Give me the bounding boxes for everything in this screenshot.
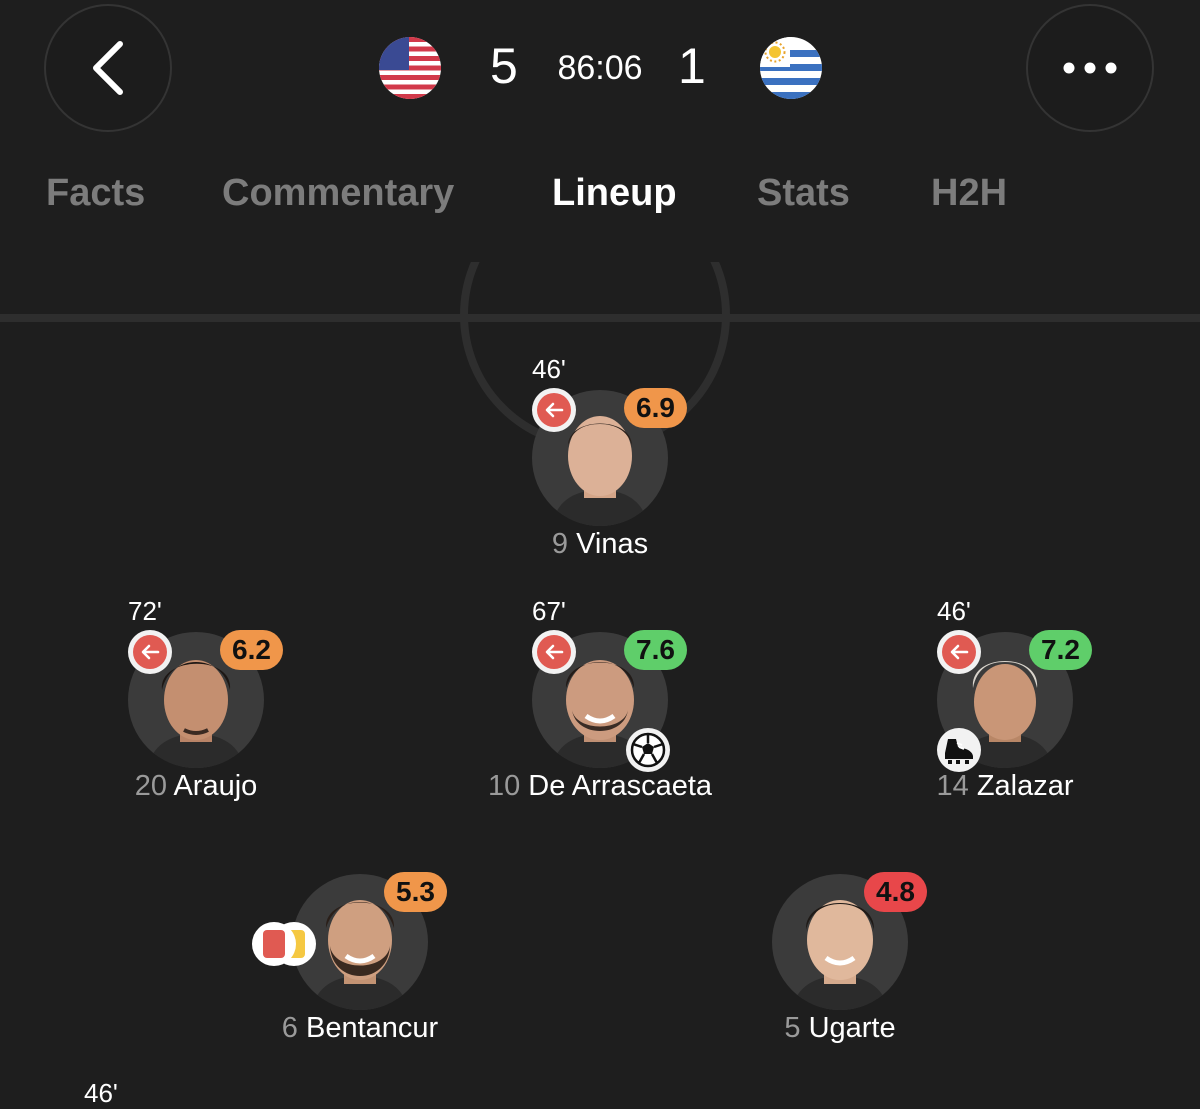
player-card-de-arrascaeta[interactable]: 67' 7.6 10 De Arrascaeta bbox=[420, 592, 780, 802]
player-rating-badge: 5.3 bbox=[384, 872, 447, 912]
subbed-off-icon bbox=[532, 630, 576, 674]
player-name: Vinas bbox=[576, 528, 649, 560]
player-number: 10 bbox=[487, 770, 521, 802]
player-name-label: 9 Vinas bbox=[420, 526, 780, 562]
red-card-icon bbox=[252, 922, 296, 966]
player-rating-badge: 7.2 bbox=[1029, 630, 1092, 670]
cards-indicator bbox=[252, 922, 322, 966]
player-name: Ugarte bbox=[808, 1012, 896, 1044]
tab-facts[interactable]: Facts bbox=[46, 168, 145, 218]
next-row-sub-time: 46' bbox=[84, 1078, 118, 1108]
subbed-off-icon bbox=[532, 388, 576, 432]
player-name-label: 6 Bentancur bbox=[180, 1010, 540, 1046]
more-dots-icon bbox=[1063, 62, 1117, 74]
player-name-label: 10 De Arrascaeta bbox=[420, 768, 780, 804]
usa-flag-icon bbox=[379, 37, 441, 99]
player-name: Zalazar bbox=[976, 770, 1074, 802]
player-number: 14 bbox=[936, 770, 969, 802]
player-name: Araujo bbox=[173, 770, 258, 802]
player-card-vinas[interactable]: 46' 6.9 9 Vinas bbox=[420, 350, 780, 560]
uruguay-flag-icon bbox=[760, 37, 822, 99]
match-clock: 86:06 bbox=[557, 49, 643, 87]
tab-commentary[interactable]: Commentary bbox=[222, 168, 454, 218]
player-name-label: 20 Araujo bbox=[16, 768, 376, 804]
scoreboard: 5 86:06 1 bbox=[370, 20, 830, 116]
player-number: 9 bbox=[551, 528, 569, 560]
player-card-ugarte[interactable]: 4.8 5 Ugarte bbox=[660, 834, 1020, 1044]
player-card-bentancur[interactable]: 5.3 6 Bentancur bbox=[180, 834, 540, 1044]
player-rating-badge: 7.6 bbox=[624, 630, 687, 670]
player-rating-badge: 4.8 bbox=[864, 872, 927, 912]
sub-time: 46' bbox=[937, 596, 971, 626]
tab-bar: Facts Commentary Lineup Stats H2H bbox=[0, 168, 1200, 228]
player-card-zalazar[interactable]: 46' 7.2 14 Zalazar bbox=[825, 592, 1185, 802]
away-score: 1 bbox=[678, 38, 706, 94]
sub-time: 46' bbox=[532, 354, 566, 384]
tab-lineup[interactable]: Lineup bbox=[552, 168, 677, 218]
player-number: 20 bbox=[134, 770, 167, 802]
player-number: 6 bbox=[281, 1012, 298, 1044]
back-button[interactable] bbox=[44, 4, 172, 132]
chevron-left-icon bbox=[93, 41, 123, 95]
home-score: 5 bbox=[490, 38, 518, 94]
player-name: De Arrascaeta bbox=[528, 770, 713, 802]
sub-time: 67' bbox=[532, 596, 566, 626]
player-rating-badge: 6.2 bbox=[220, 630, 283, 670]
tab-stats[interactable]: Stats bbox=[757, 168, 850, 218]
more-options-button[interactable] bbox=[1026, 4, 1154, 132]
player-card-araujo[interactable]: 72' 6.2 20 Araujo bbox=[16, 592, 376, 802]
subbed-off-icon bbox=[128, 630, 172, 674]
player-name-label: 14 Zalazar bbox=[825, 768, 1185, 804]
assist-boot-icon bbox=[937, 728, 981, 772]
goal-ball-icon bbox=[626, 728, 670, 772]
player-rating-badge: 6.9 bbox=[624, 388, 687, 428]
player-name-label: 5 Ugarte bbox=[660, 1010, 1020, 1046]
player-name: Bentancur bbox=[306, 1012, 439, 1044]
sub-time: 72' bbox=[128, 596, 162, 626]
halfway-line bbox=[0, 314, 1200, 322]
tab-h2h[interactable]: H2H bbox=[931, 168, 1007, 218]
subbed-off-icon bbox=[937, 630, 981, 674]
player-number: 5 bbox=[784, 1012, 801, 1044]
